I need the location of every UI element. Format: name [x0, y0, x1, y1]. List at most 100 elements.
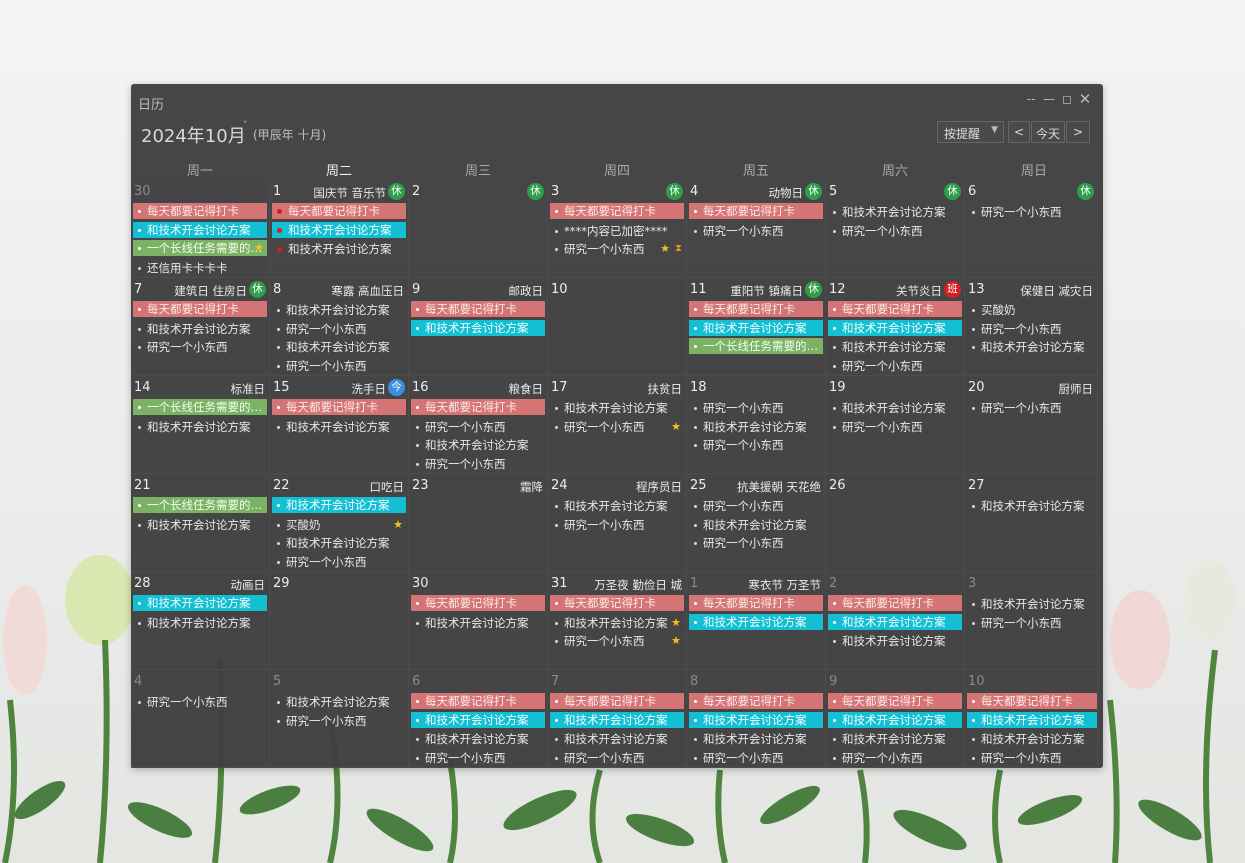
event-item[interactable]: 研究一个小东西: [828, 749, 962, 767]
day-cell[interactable]: 26: [826, 474, 965, 572]
event-item[interactable]: 每天都要记得打卡: [689, 301, 823, 317]
day-cell[interactable]: 10: [548, 278, 687, 376]
day-cell[interactable]: 12 关节炎日班每天都要记得打卡 和技术开会讨论方案 和技术开会讨论方案 研究一个小东西: [826, 278, 965, 376]
event-item[interactable]: 每天都要记得打卡: [133, 203, 267, 219]
day-cell[interactable]: 14 标准日 一个长线任务需要的… 和技术开会讨论方案: [131, 376, 270, 474]
day-cell[interactable]: 4 动物日休每天都要记得打卡 研究一个小东西: [687, 180, 826, 278]
event-item[interactable]: 和技术开会讨论方案: [133, 614, 267, 633]
event-item[interactable]: 研究一个小东西: [411, 418, 545, 437]
event-item[interactable]: 研究一个小东西: [689, 436, 823, 455]
day-cell[interactable]: 19 和技术开会讨论方案 研究一个小东西: [826, 376, 965, 474]
event-item[interactable]: 每天都要记得打卡: [411, 693, 545, 709]
event-item[interactable]: 每天都要记得打卡: [411, 595, 545, 611]
event-item[interactable]: 和技术开会讨论方案: [689, 418, 823, 437]
day-cell[interactable]: 10 每天都要记得打卡 和技术开会讨论方案 和技术开会讨论方案 研究一个小东西: [965, 670, 1098, 768]
title-bar[interactable]: 日历 -- — ◻ ✕: [131, 84, 1103, 116]
day-cell[interactable]: 23 霜降: [409, 474, 548, 572]
event-item[interactable]: 研究一个小东西: [133, 693, 267, 712]
month-title[interactable]: 2024年10月: [141, 122, 246, 148]
day-cell[interactable]: 31 万圣夜 勤俭日 城每天都要记得打卡 和技术开会讨论方案 ★ 研究一个小东西 ★: [548, 572, 687, 670]
day-cell[interactable]: 7 每天都要记得打卡 和技术开会讨论方案 和技术开会讨论方案 研究一个小东西: [548, 670, 687, 768]
event-item[interactable]: 每天都要记得打卡: [828, 595, 962, 611]
event-item[interactable]: 每天都要记得打卡: [272, 399, 406, 415]
event-item[interactable]: 研究一个小东西 ★: [550, 418, 684, 437]
event-item[interactable]: 每天都要记得打卡: [133, 301, 267, 317]
day-cell[interactable]: 3 和技术开会讨论方案 研究一个小东西: [965, 572, 1098, 670]
event-item[interactable]: 和技术开会讨论方案: [550, 497, 684, 516]
event-item[interactable]: 研究一个小东西: [828, 357, 962, 375]
maximize-icon[interactable]: ◻: [1059, 92, 1075, 106]
event-item[interactable]: 和技术开会讨论方案: [411, 711, 545, 728]
day-cell[interactable]: 30 每天都要记得打卡 和技术开会讨论方案 一个长线任务需要的… ★ 还信用卡卡卡卡: [131, 180, 270, 278]
day-cell[interactable]: 21 一个长线任务需要的… 和技术开会讨论方案: [131, 474, 270, 572]
day-cell[interactable]: 24 程序员日 和技术开会讨论方案 研究一个小东西: [548, 474, 687, 572]
event-item[interactable]: 研究一个小东西: [411, 749, 545, 767]
day-cell[interactable]: 5 和技术开会讨论方案 研究一个小东西: [270, 670, 409, 768]
event-item[interactable]: 和技术开会讨论方案: [689, 516, 823, 535]
event-item[interactable]: 研究一个小东西: [967, 203, 1097, 222]
day-cell[interactable]: 2休: [409, 180, 548, 278]
event-item[interactable]: 一个长线任务需要的…: [133, 497, 267, 513]
event-item[interactable]: 买酸奶 ★: [272, 516, 406, 535]
event-item[interactable]: 和技术开会讨论方案: [828, 632, 962, 651]
event-item[interactable]: 研究一个小东西: [689, 749, 823, 767]
event-item[interactable]: 和技术开会讨论方案: [828, 711, 962, 728]
event-item[interactable]: 和技术开会讨论方案: [272, 693, 406, 712]
event-item[interactable]: 每天都要记得打卡: [689, 203, 823, 219]
today-button[interactable]: 今天: [1031, 121, 1065, 143]
day-cell[interactable]: 30 每天都要记得打卡 和技术开会讨论方案: [409, 572, 548, 670]
event-item[interactable]: 和技术开会讨论方案: [689, 711, 823, 728]
event-item[interactable]: 每天都要记得打卡: [550, 693, 684, 709]
event-item[interactable]: 和技术开会讨论方案: [411, 436, 545, 455]
event-item[interactable]: 每天都要记得打卡: [689, 693, 823, 709]
event-item[interactable]: 和技术开会讨论方案: [828, 613, 962, 630]
event-item[interactable]: 和技术开会讨论方案: [967, 338, 1097, 357]
event-item[interactable]: 每天都要记得打卡: [272, 203, 406, 219]
day-cell[interactable]: 1 寒衣节 万圣节 每天都要记得打卡 和技术开会讨论方案: [687, 572, 826, 670]
event-item[interactable]: 买酸奶: [967, 301, 1097, 320]
day-cell[interactable]: 6 每天都要记得打卡 和技术开会讨论方案 和技术开会讨论方案 研究一个小东西: [409, 670, 548, 768]
event-item[interactable]: 研究一个小东西: [272, 320, 406, 339]
event-item[interactable]: 一个长线任务需要的… ★: [133, 240, 267, 257]
event-item[interactable]: 和技术开会讨论方案: [828, 338, 962, 357]
event-item[interactable]: 研究一个小东西: [272, 712, 406, 731]
day-cell[interactable]: 1 国庆节 音乐节休每天都要记得打卡 和技术开会讨论方案 和技术开会讨论方案: [270, 180, 409, 278]
day-cell[interactable]: 20 厨师日 研究一个小东西: [965, 376, 1098, 474]
event-item[interactable]: 每天都要记得打卡: [550, 203, 684, 219]
event-item[interactable]: 研究一个小东西 ★ ⧗: [550, 240, 684, 259]
event-item[interactable]: 和技术开会讨论方案: [411, 614, 545, 633]
event-item[interactable]: 每天都要记得打卡: [967, 693, 1097, 709]
event-item[interactable]: 和技术开会讨论方案: [828, 319, 962, 336]
month-picker-caret-icon[interactable]: ˇ: [243, 121, 248, 131]
event-item[interactable]: 和技术开会讨论方案: [689, 730, 823, 749]
event-item[interactable]: 和技术开会讨论方案: [133, 516, 267, 535]
event-item[interactable]: 和技术开会讨论方案: [133, 595, 267, 611]
event-item[interactable]: 研究一个小东西: [272, 553, 406, 571]
event-item[interactable]: 每天都要记得打卡: [828, 693, 962, 709]
day-cell[interactable]: 13 保健日 减灾日 买酸奶 研究一个小东西 和技术开会讨论方案: [965, 278, 1098, 376]
event-item[interactable]: 和技术开会讨论方案: [411, 319, 545, 336]
event-item[interactable]: 每天都要记得打卡: [689, 595, 823, 611]
remind-filter-select[interactable]: 按提醒 ▼: [937, 121, 1004, 143]
event-item[interactable]: 研究一个小东西: [411, 455, 545, 473]
event-item[interactable]: 一个长线任务需要的…: [133, 399, 267, 415]
event-item[interactable]: 和技术开会讨论方案: [133, 418, 267, 437]
day-cell[interactable]: 29: [270, 572, 409, 670]
event-item[interactable]: 和技术开会讨论方案: [967, 497, 1097, 516]
day-cell[interactable]: 17 扶贫日 和技术开会讨论方案 研究一个小东西 ★: [548, 376, 687, 474]
day-cell[interactable]: 8 寒露 高血压日 和技术开会讨论方案 研究一个小东西 和技术开会讨论方案 研究一个小东西: [270, 278, 409, 376]
day-cell[interactable]: 6 休研究一个小东西: [965, 180, 1098, 278]
prev-month-button[interactable]: <: [1008, 121, 1030, 143]
event-item[interactable]: 和技术开会讨论方案: [272, 338, 406, 357]
event-item[interactable]: 和技术开会讨论方案: [133, 221, 267, 238]
event-item[interactable]: ****内容已加密****: [550, 222, 684, 241]
next-month-button[interactable]: >: [1066, 121, 1090, 143]
event-item[interactable]: 和技术开会讨论方案: [967, 595, 1097, 614]
event-item[interactable]: 研究一个小东西: [967, 614, 1097, 633]
event-item[interactable]: 研究一个小东西: [828, 222, 962, 241]
event-item[interactable]: 每天都要记得打卡: [411, 399, 545, 415]
event-item[interactable]: 和技术开会讨论方案: [272, 221, 406, 238]
day-cell[interactable]: 27 和技术开会讨论方案: [965, 474, 1098, 572]
event-item[interactable]: 和技术开会讨论方案: [967, 730, 1097, 749]
day-cell[interactable]: 18 研究一个小东西 和技术开会讨论方案 研究一个小东西: [687, 376, 826, 474]
